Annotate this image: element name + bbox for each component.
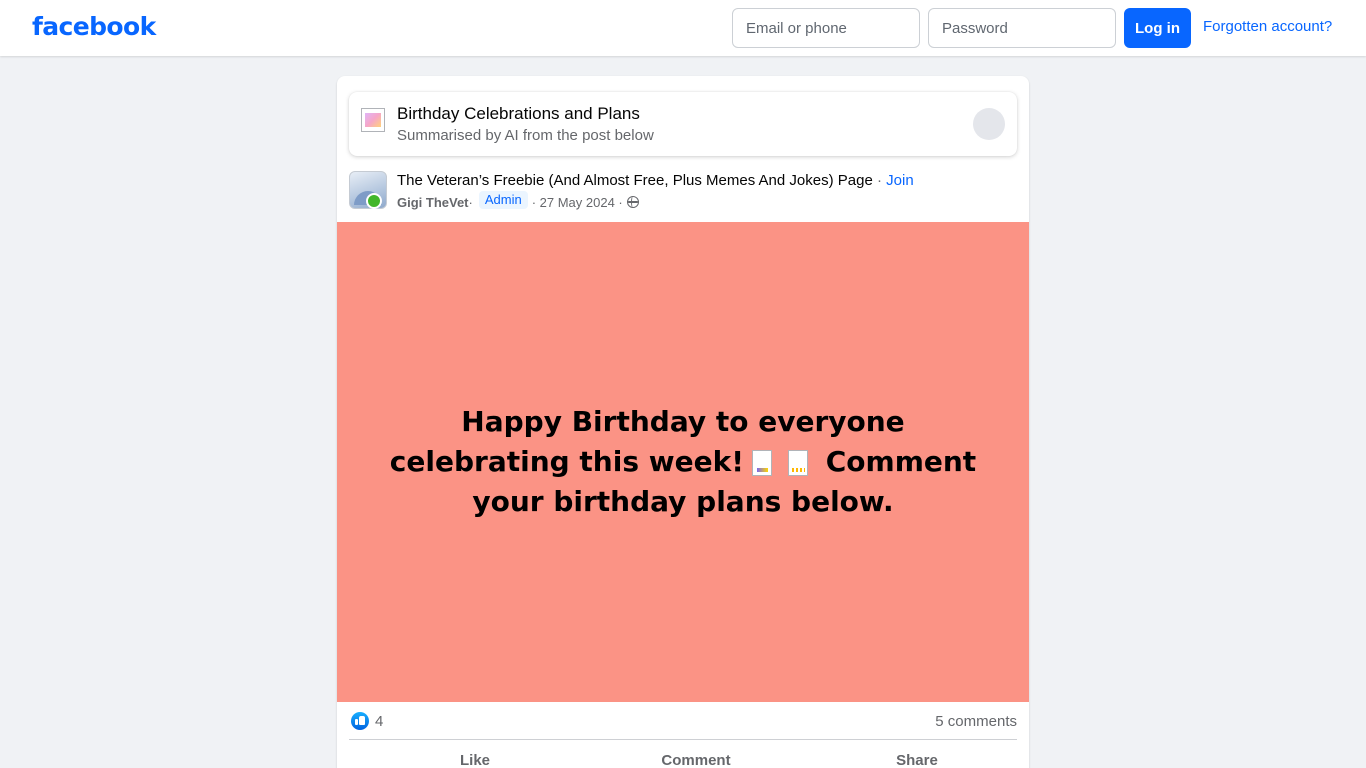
post-date[interactable]: · 27 May 2024 · bbox=[532, 195, 623, 210]
reaction-summary[interactable]: 4 bbox=[351, 712, 383, 730]
top-navigation-bar: facebook Log in Forgotten account? bbox=[0, 0, 1366, 56]
post-group-header: The Veteran’s Freebie (And Almost Free, … bbox=[397, 172, 914, 189]
ai-summary-subtitle: Summarised by AI from the post below bbox=[397, 127, 654, 144]
group-name-link[interactable]: The Veteran’s Freebie (And Almost Free, … bbox=[397, 172, 873, 189]
forgotten-account-link[interactable]: Forgotten account? bbox=[1203, 18, 1332, 35]
ai-summary-options-button[interactable] bbox=[973, 108, 1005, 140]
ai-summary-icon bbox=[361, 108, 385, 132]
reaction-count: 4 bbox=[375, 712, 384, 730]
author-avatar-badge[interactable] bbox=[366, 193, 382, 209]
post-text: Happy Birthday to everyone celebrating t… bbox=[367, 402, 999, 522]
ai-summary-banner[interactable]: Birthday Celebrations and Plans Summaris… bbox=[349, 92, 1017, 156]
post-card: Birthday Celebrations and Plans Summaris… bbox=[337, 76, 1029, 768]
comment-count-link[interactable]: 5 comments bbox=[935, 713, 1017, 730]
public-globe-icon bbox=[626, 196, 639, 208]
author-separator: · bbox=[468, 194, 473, 210]
password-input[interactable] bbox=[928, 8, 1116, 48]
share-button[interactable]: Share bbox=[807, 742, 1027, 768]
sparkles-emoji-icon bbox=[788, 450, 808, 476]
author-name-link[interactable]: Gigi TheVet bbox=[397, 195, 469, 210]
post-meta: Gigi TheVet · Admin · 27 May 2024 · bbox=[397, 191, 639, 211]
like-button[interactable]: Like bbox=[365, 742, 585, 768]
action-divider bbox=[349, 739, 1017, 740]
email-or-phone-input[interactable] bbox=[732, 8, 920, 48]
admin-role-badge: Admin bbox=[478, 191, 528, 209]
join-group-link[interactable]: Join bbox=[886, 172, 914, 189]
comment-button[interactable]: Comment bbox=[586, 742, 806, 768]
facebook-logo[interactable]: facebook bbox=[32, 12, 156, 41]
like-reaction-icon bbox=[351, 712, 369, 730]
header-separator: · bbox=[872, 172, 887, 189]
party-popper-emoji-icon bbox=[752, 450, 772, 476]
post-text-background: Happy Birthday to everyone celebrating t… bbox=[337, 222, 1029, 702]
log-in-button[interactable]: Log in bbox=[1124, 8, 1191, 48]
ai-summary-title: Birthday Celebrations and Plans bbox=[397, 104, 640, 123]
